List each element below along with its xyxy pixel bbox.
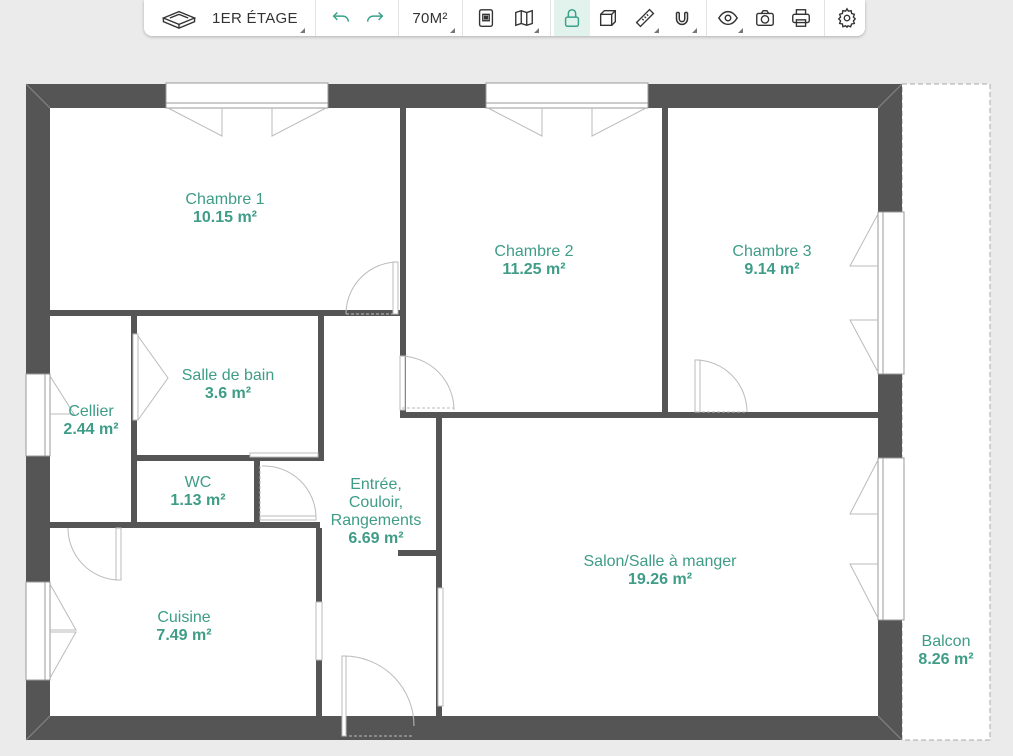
room-name: Salon/Salle à manger	[583, 553, 737, 570]
area-label: 70M²	[412, 9, 448, 27]
gear-icon	[836, 7, 858, 29]
room-area: 9.14 m²	[744, 261, 800, 278]
room-name-line-2: Couloir,	[348, 494, 404, 511]
room-name-line-1: Entrée,	[350, 476, 402, 493]
floor-3d-icon	[160, 7, 198, 29]
room-balcon[interactable]: Balcon 8.26 m²	[918, 633, 973, 669]
print-button[interactable]	[784, 0, 818, 36]
floor-plan[interactable]	[0, 0, 1013, 756]
room-name: Balcon	[921, 633, 971, 650]
redo-button[interactable]	[358, 0, 392, 36]
camera-button[interactable]	[748, 0, 782, 36]
separator	[824, 0, 825, 36]
separator	[462, 0, 463, 36]
room-chambre-2[interactable]: Chambre 2 11.25 m²	[494, 243, 573, 279]
map-icon	[513, 7, 535, 29]
undo-icon	[330, 7, 352, 29]
room-name: Chambre 1	[185, 191, 265, 208]
room-area: 8.26 m²	[918, 651, 974, 668]
map-button[interactable]	[506, 0, 542, 36]
room-wc[interactable]: WC 1.13 m²	[170, 474, 225, 510]
room-name: Salle de bain	[181, 367, 275, 384]
room-cuisine[interactable]: Cuisine 7.49 m²	[156, 609, 211, 645]
settings-button[interactable]	[830, 0, 864, 36]
document-icon	[475, 7, 497, 29]
room-name: Cellier	[68, 403, 114, 420]
room-name: Cuisine	[157, 609, 211, 626]
area-button[interactable]: 70M²	[402, 0, 458, 36]
document-button[interactable]	[470, 0, 502, 36]
separator	[315, 0, 316, 36]
room-salle-de-bain[interactable]: Salle de bain 3.6 m²	[182, 367, 275, 403]
room-area: 3.6 m²	[204, 385, 252, 402]
magnet-icon	[671, 7, 693, 29]
cube-button[interactable]	[592, 0, 624, 36]
separator	[398, 0, 399, 36]
room-area: 6.69 m²	[348, 530, 404, 547]
separator	[706, 0, 707, 36]
lock-icon	[561, 7, 583, 29]
room-chambre-3[interactable]: Chambre 3 9.14 m²	[732, 243, 811, 279]
room-salon[interactable]: Salon/Salle à manger 19.26 m²	[584, 553, 737, 589]
top-toolbar: 1ER ÉTAGE 70M²	[144, 0, 865, 36]
redo-icon	[364, 7, 386, 29]
undo-button[interactable]	[324, 0, 358, 36]
cube-icon	[597, 7, 619, 29]
room-chambre-1[interactable]: Chambre 1 10.15 m²	[185, 191, 264, 227]
room-cellier[interactable]: Cellier 2.44 m²	[63, 403, 118, 439]
floor-label: 1ER ÉTAGE	[212, 9, 298, 27]
view-button[interactable]	[710, 0, 746, 36]
ruler-icon	[634, 7, 656, 29]
room-area: 11.25 m²	[502, 261, 566, 278]
room-entree[interactable]: Entrée, Couloir, Rangements 6.69 m²	[331, 476, 422, 548]
floor-selector[interactable]: 1ER ÉTAGE	[152, 0, 308, 36]
room-area: 10.15 m²	[192, 209, 258, 226]
lock-button[interactable]	[554, 0, 590, 36]
room-area: 7.49 m²	[156, 627, 212, 644]
ruler-button[interactable]	[628, 0, 662, 36]
room-name: Chambre 3	[732, 243, 812, 260]
separator	[550, 0, 551, 36]
eye-icon	[717, 7, 739, 29]
magnet-button[interactable]	[664, 0, 700, 36]
room-name-line-3: Rangements	[330, 512, 422, 529]
room-name: WC	[184, 474, 212, 491]
room-area: 1.13 m²	[170, 492, 226, 509]
room-name: Chambre 2	[494, 243, 574, 260]
camera-icon	[754, 7, 776, 29]
print-icon	[790, 7, 812, 29]
room-area: 2.44 m²	[63, 421, 119, 438]
room-area: 19.26 m²	[627, 571, 693, 588]
